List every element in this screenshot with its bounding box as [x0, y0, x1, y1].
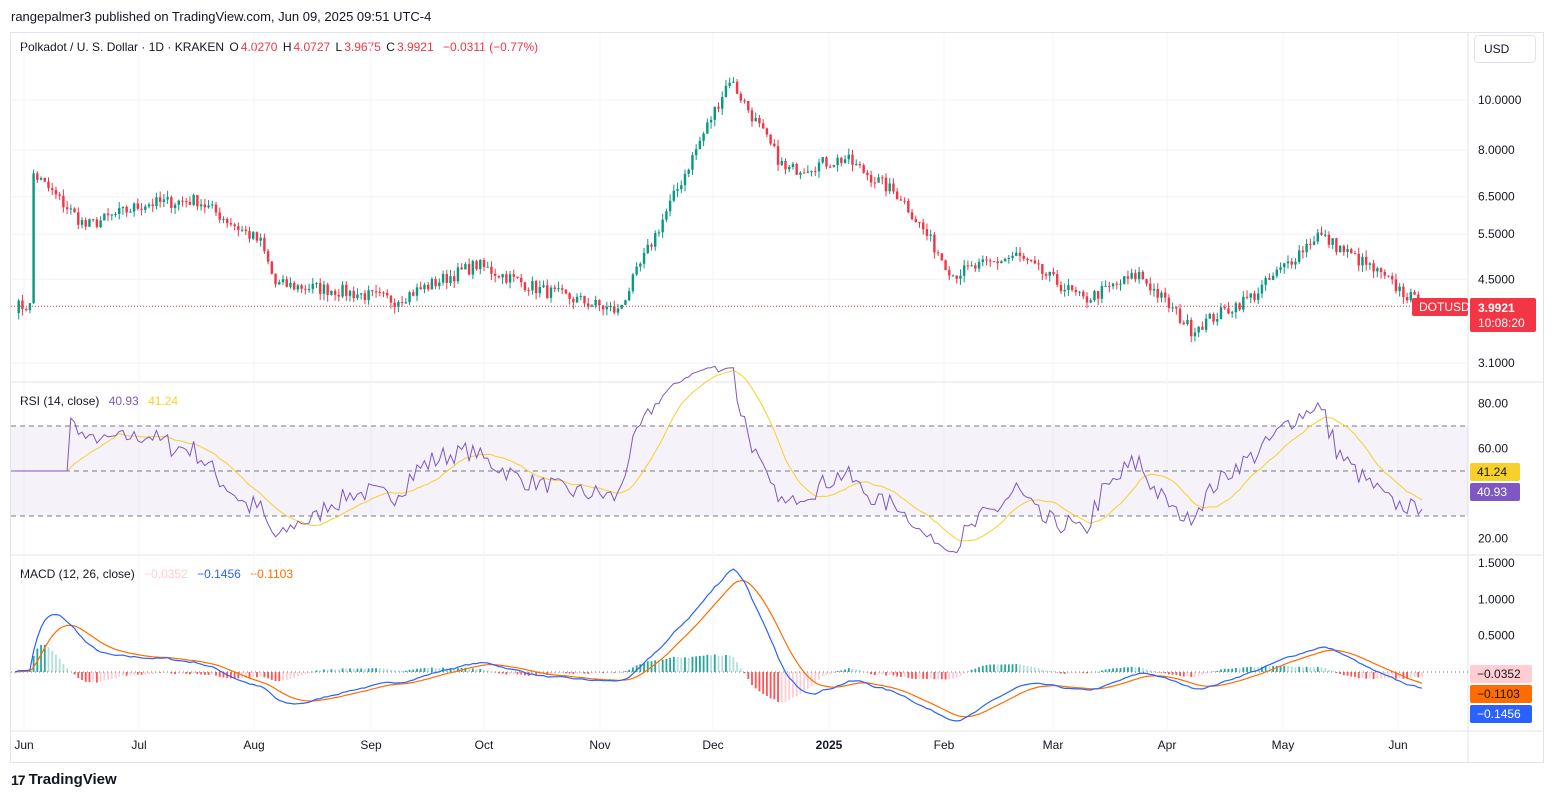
macd-legend-macd: −0.1456: [197, 567, 241, 581]
ohlc-low: 3.9675: [344, 40, 381, 54]
tradingview-logo-icon: 17: [11, 771, 26, 788]
brand-name: TradingView: [28, 771, 117, 788]
chart-frame: [10, 32, 1544, 763]
ohlc-change: −0.0311 (−0.77%): [442, 40, 539, 54]
price-legend: Polkadot / U. S. Dollar · 1D · KRAKEN O4…: [20, 40, 540, 54]
ohlc-l-label: L: [335, 40, 343, 54]
macd-legend-name[interactable]: MACD (12, 26, close): [20, 567, 135, 581]
ohlc-c-label: C: [386, 40, 395, 54]
rsi-legend: RSI (14, close) 40.93 41.24: [20, 394, 180, 408]
symbol-title[interactable]: Polkadot / U. S. Dollar · 1D · KRAKEN: [20, 40, 224, 54]
tradingview-brand[interactable]: 17 TradingView: [11, 771, 117, 788]
ohlc-open: 4.0270: [240, 40, 278, 54]
rsi-legend-value: 40.93: [108, 394, 139, 408]
ohlc-close: 3.9921: [396, 40, 434, 54]
macd-legend: MACD (12, 26, close) −0.0352 −0.1456 −0.…: [20, 567, 295, 581]
currency-button[interactable]: USD: [1474, 35, 1536, 63]
publisher-line: rangepalmer3 published on TradingView.co…: [11, 9, 432, 24]
macd-legend-hist: −0.0352: [144, 567, 188, 581]
macd-legend-signal: −0.1103: [250, 567, 293, 581]
rsi-legend-name[interactable]: RSI (14, close): [20, 394, 99, 408]
ohlc-high: 4.0727: [293, 40, 331, 54]
ohlc-h-label: H: [282, 40, 292, 54]
ohlc-o-label: O: [229, 40, 239, 54]
rsi-legend-ma: 41.24: [148, 394, 179, 408]
